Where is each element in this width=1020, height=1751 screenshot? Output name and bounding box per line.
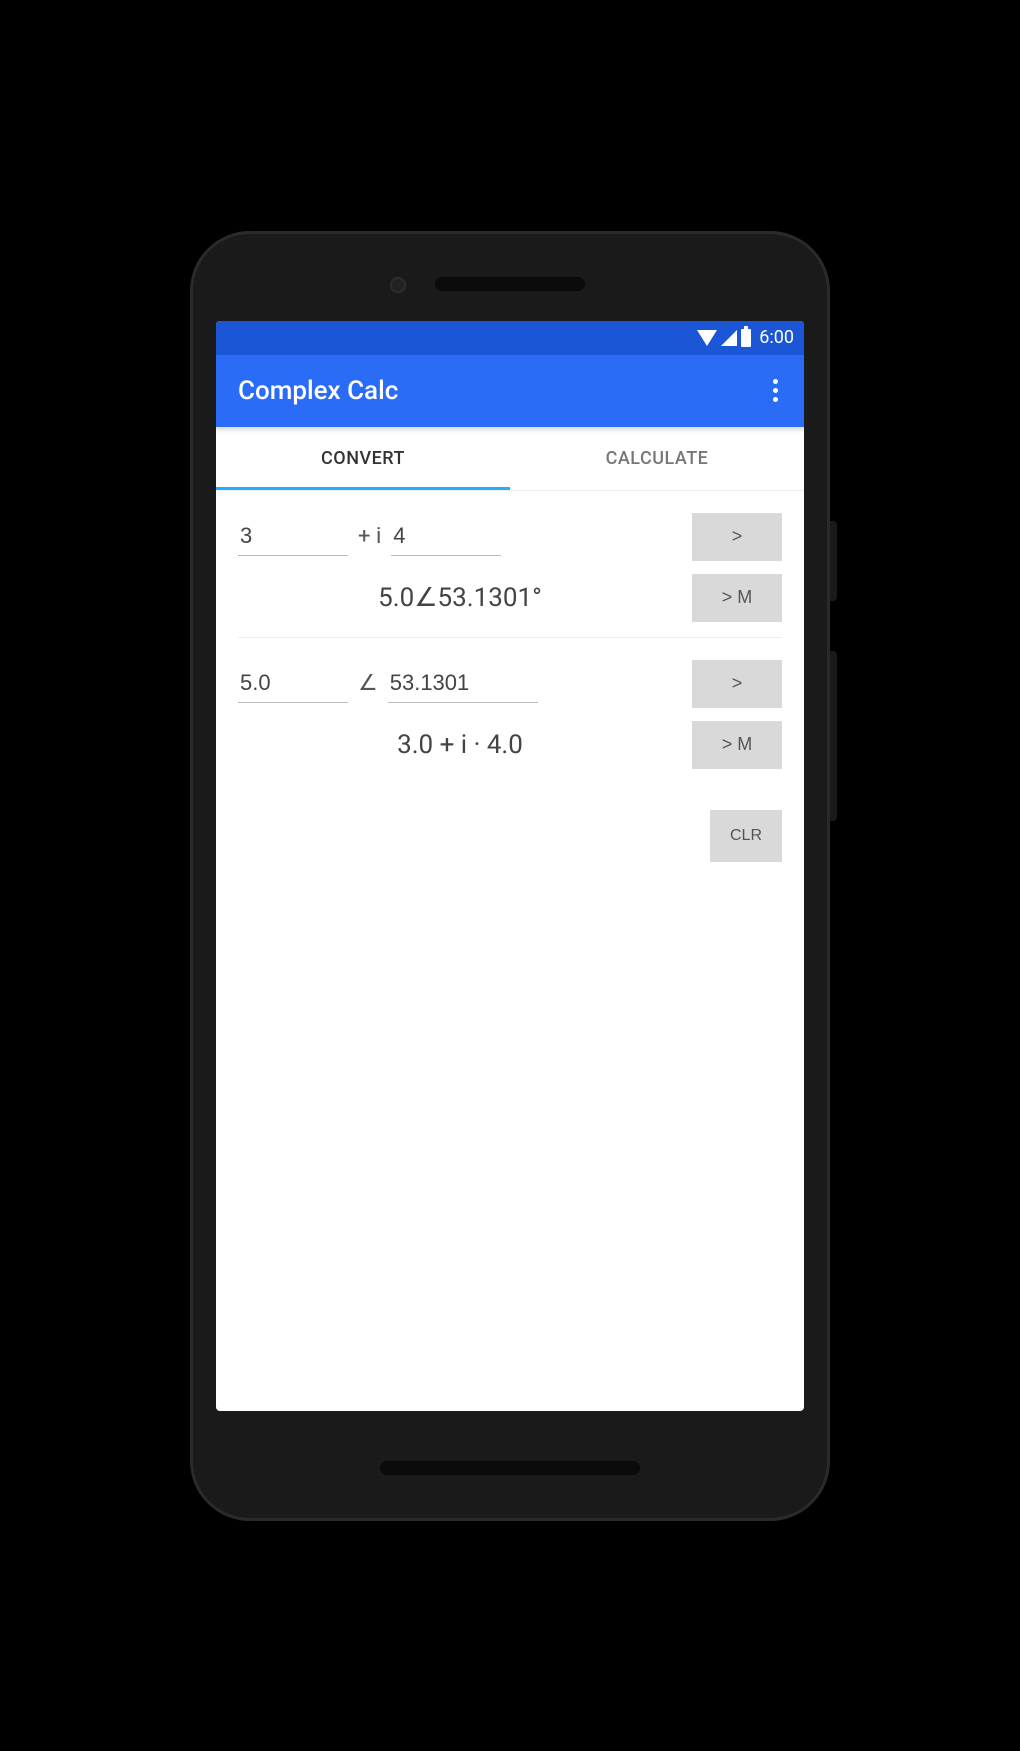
status-time: 6:00 (759, 327, 794, 348)
polar-result-row: 3.0 + i · 4.0 > M (238, 720, 782, 770)
clear-button[interactable]: CLR (710, 810, 782, 862)
tab-label: CALCULATE (606, 448, 709, 469)
tab-bar: CONVERT CALCULATE (216, 427, 804, 491)
rect-result-text: 5.0∠53.1301° (238, 573, 682, 623)
rect-result-row: 5.0∠53.1301° > M (238, 573, 782, 623)
wifi-icon (697, 330, 717, 346)
app-title: Complex Calc (238, 376, 398, 406)
overflow-menu-icon[interactable] (765, 371, 786, 410)
signal-icon (721, 330, 737, 346)
polar-input-row: ∠ > (238, 660, 782, 708)
rect-input-row: + i > (238, 513, 782, 561)
clear-row: CLR (238, 810, 782, 862)
phone-home-slot (380, 1461, 640, 1475)
app-bar: Complex Calc (216, 355, 804, 427)
polar-result-text: 3.0 + i · 4.0 (238, 720, 682, 770)
angle-input[interactable] (388, 664, 538, 703)
status-bar: 6:00 (216, 321, 804, 355)
tab-convert[interactable]: CONVERT (216, 427, 510, 490)
tab-calculate[interactable]: CALCULATE (510, 427, 804, 490)
side-button (830, 521, 837, 601)
phone-speaker (435, 277, 585, 291)
content-area: + i > 5.0∠53.1301° > M ∠ > (216, 491, 804, 1411)
battery-icon (741, 329, 751, 347)
plus-i-label: + i (354, 524, 385, 549)
tab-label: CONVERT (321, 448, 405, 469)
polar-convert-button[interactable]: > (692, 660, 782, 708)
polar-memory-button[interactable]: > M (692, 721, 782, 769)
imag-part-input[interactable] (391, 517, 501, 556)
section-divider (238, 637, 782, 638)
phone-camera (390, 277, 406, 293)
magnitude-input[interactable] (238, 664, 348, 703)
rect-memory-button[interactable]: > M (692, 574, 782, 622)
phone-frame: 6:00 Complex Calc CONVERT CALCULATE + i (190, 231, 830, 1521)
screen: 6:00 Complex Calc CONVERT CALCULATE + i (216, 321, 804, 1411)
angle-symbol-label: ∠ (354, 671, 382, 696)
real-part-input[interactable] (238, 517, 348, 556)
side-button (830, 651, 837, 821)
rect-convert-button[interactable]: > (692, 513, 782, 561)
